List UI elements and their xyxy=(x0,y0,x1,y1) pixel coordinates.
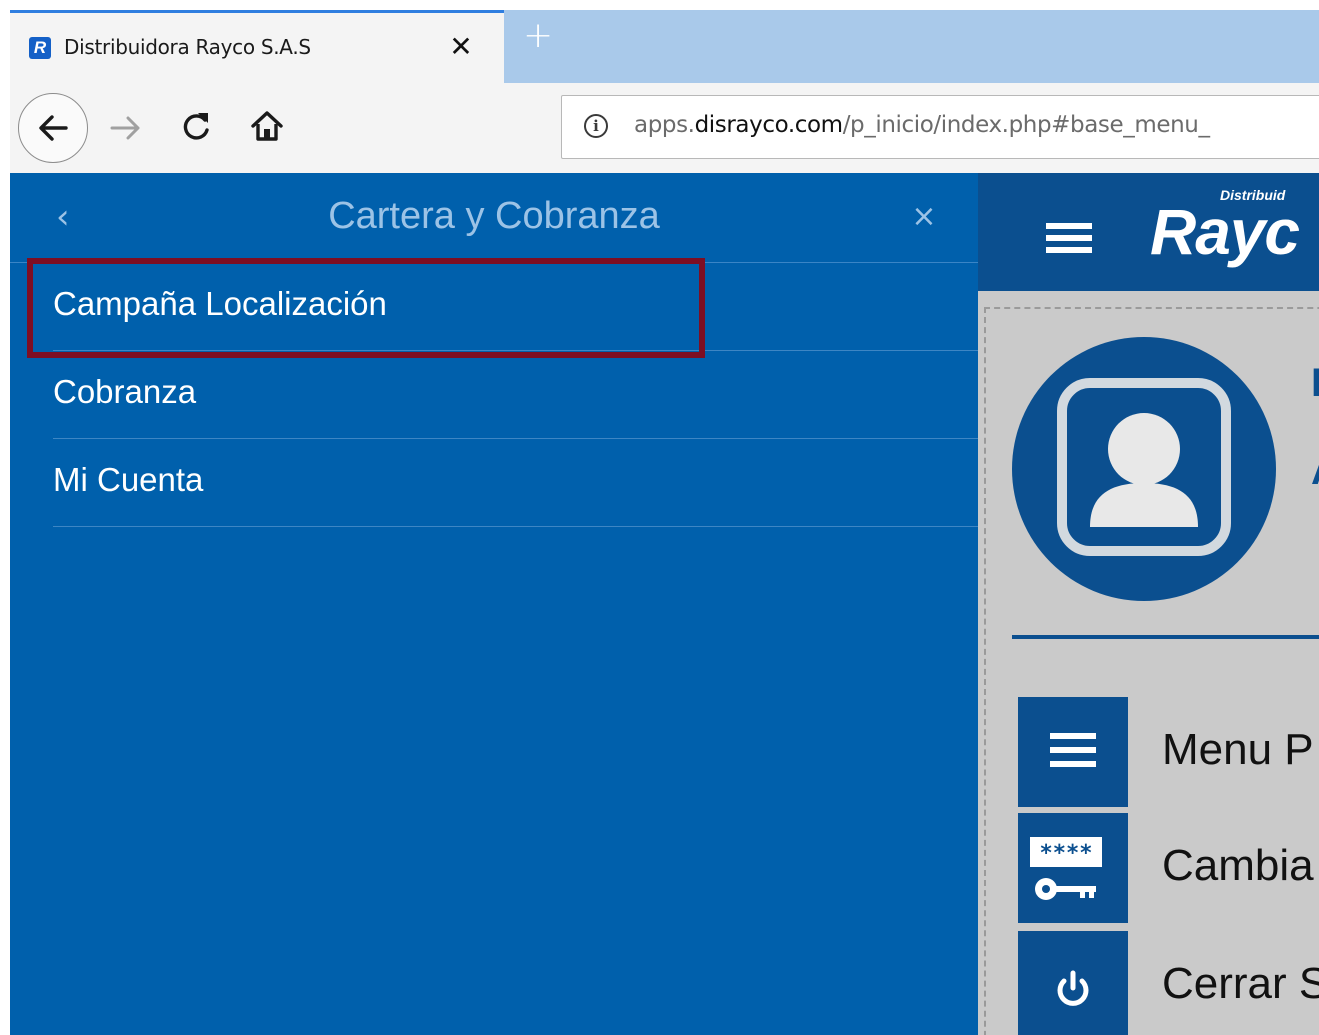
info-icon[interactable]: i xyxy=(584,114,608,138)
profile-role-fragment: A xyxy=(1311,449,1319,494)
reload-button[interactable] xyxy=(178,109,214,150)
url-text[interactable]: apps.disrayco.com/p_inicio/index.php#bas… xyxy=(634,112,1210,138)
sidebar-header: ‹ Cartera y Cobranza × xyxy=(10,173,978,263)
screen-frame-left xyxy=(0,0,10,1035)
cambiar-clave-row[interactable]: **** Cambia xyxy=(1018,813,1319,923)
app-header: Distribuid Rayc xyxy=(978,173,1319,291)
new-tab-button[interactable]: + xyxy=(523,18,553,54)
cerrar-sesion-row[interactable]: Cerrar S xyxy=(1018,931,1319,1035)
profile-divider xyxy=(1012,635,1319,639)
profile-name-fragment: I xyxy=(1311,361,1319,405)
home-icon xyxy=(251,111,283,141)
sidebar-title: Cartera y Cobranza xyxy=(328,195,660,237)
avatar xyxy=(1012,337,1276,601)
tab-title: Distribuidora Rayco S.A.S xyxy=(64,35,311,59)
reload-icon xyxy=(183,113,209,140)
browser-tab[interactable]: R Distribuidora Rayco S.A.S ✕ xyxy=(10,10,504,83)
favicon-icon: R xyxy=(29,37,51,59)
menu-principal-row[interactable]: Menu P xyxy=(1018,697,1319,807)
back-button[interactable] xyxy=(18,93,88,163)
screen-frame-top xyxy=(0,0,1319,10)
back-icon xyxy=(39,115,68,141)
password-mask: **** xyxy=(1040,841,1093,866)
forward-button[interactable] xyxy=(108,111,144,150)
sidebar-item-label: Cobranza xyxy=(53,373,197,410)
power-icon xyxy=(1018,931,1128,1035)
sidebar-item-mi-cuenta[interactable]: Mi Cuenta xyxy=(53,439,978,527)
url-host: disrayco.com xyxy=(694,112,843,138)
sidebar-item-label: Mi Cuenta xyxy=(53,461,204,498)
forward-icon xyxy=(110,116,140,140)
browser-nav-bar: i apps.disrayco.com/p_inicio/index.php#b… xyxy=(10,83,1319,173)
user-avatar-icon xyxy=(1057,378,1231,556)
app-main-content: I A Menu P **** Cambia xyxy=(978,291,1319,1035)
logo-wordmark: Rayc xyxy=(1150,196,1300,268)
close-icon[interactable]: × xyxy=(908,199,940,235)
address-bar[interactable]: i apps.disrayco.com/p_inicio/index.php#b… xyxy=(561,95,1319,159)
selection-highlight-box xyxy=(27,258,705,358)
cambiar-clave-label: Cambia xyxy=(1162,841,1314,890)
home-button[interactable] xyxy=(249,108,285,149)
tab-close-button[interactable]: ✕ xyxy=(444,30,478,64)
cerrar-sesion-label: Cerrar S xyxy=(1162,959,1319,1008)
url-path: /p_inicio/index.php#base_menu_ xyxy=(842,112,1210,138)
sidebar-item-cobranza[interactable]: Cobranza xyxy=(53,351,978,439)
url-prefix: apps. xyxy=(634,112,695,138)
hamburger-menu-icon[interactable] xyxy=(1046,223,1092,253)
password-key-icon: **** xyxy=(1018,813,1128,923)
menu-principal-label: Menu P xyxy=(1162,725,1314,774)
menu-icon xyxy=(1018,697,1128,807)
